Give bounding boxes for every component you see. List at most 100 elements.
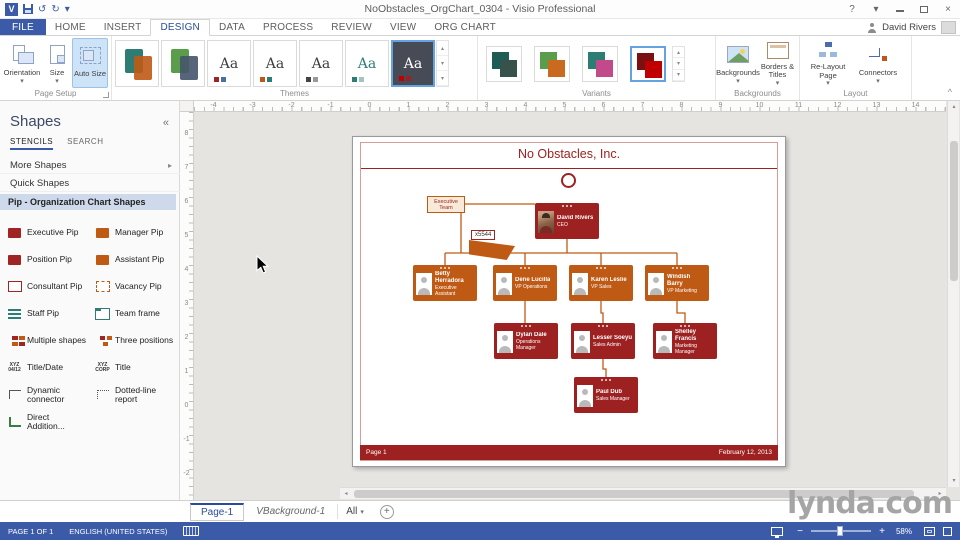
variant-thumbnail[interactable] xyxy=(534,46,570,82)
gallery-more-icon[interactable]: ▾ xyxy=(437,71,448,86)
ribbon-options-button[interactable]: ▾ xyxy=(864,0,888,19)
stencil-shape[interactable]: Staff Pip xyxy=(1,300,89,327)
stencil-shape[interactable]: Dotted-line report xyxy=(89,381,177,408)
org-node-marketing-manager[interactable]: Shelley Francis Marketing Manager xyxy=(653,323,717,359)
vertical-scrollbar[interactable]: ▴ ▾ xyxy=(947,101,959,487)
tab-search[interactable]: SEARCH xyxy=(67,137,103,150)
qat-customize-icon[interactable]: ▾ xyxy=(65,3,70,16)
org-node-vp-marketing[interactable]: Windish Barry VP Marketing xyxy=(645,265,709,301)
backgrounds-button[interactable]: Backgrounds ▾ xyxy=(716,38,760,88)
minimize-button[interactable] xyxy=(888,0,912,19)
stencil-shape[interactable]: Vacancy Pip xyxy=(89,273,177,300)
ribbon-tab[interactable]: HOME xyxy=(46,19,95,35)
auto-size-button[interactable]: Auto Size xyxy=(72,38,108,88)
ribbon-tab[interactable]: DESIGN xyxy=(150,19,210,36)
more-shapes-row[interactable]: More Shapes ▸ xyxy=(0,157,180,174)
extension-note[interactable]: x5544 xyxy=(471,230,496,240)
zoom-slider-thumb[interactable] xyxy=(837,526,843,536)
theme-thumbnail[interactable] xyxy=(115,40,159,87)
fit-page-icon[interactable] xyxy=(924,526,935,536)
theme-thumbnail[interactable] xyxy=(161,40,205,87)
orientation-button[interactable]: Orientation ▾ xyxy=(2,38,42,88)
stencil-shape[interactable]: Assistant Pip xyxy=(89,246,177,273)
drawing-canvas[interactable]: -4 -3 -2 -1 0 1 2 3 4 5 6 7 8 9 10 11 12… xyxy=(180,101,960,500)
stencil-shape[interactable]: Direct Addition... xyxy=(1,408,89,435)
variant-thumbnail-selected[interactable] xyxy=(630,46,666,82)
presentation-mode-icon[interactable] xyxy=(771,526,783,538)
add-page-button[interactable]: + xyxy=(379,504,394,519)
page-tab-vbackground1[interactable]: VBackground-1 xyxy=(246,504,335,519)
theme-thumbnail[interactable]: Aa xyxy=(253,40,297,87)
org-node-operations-manager[interactable]: Dylan Dale Operations Manager xyxy=(494,323,558,359)
ribbon-tab[interactable]: FILE xyxy=(0,19,46,35)
zoom-slider[interactable] xyxy=(811,526,871,536)
stencil-shape[interactable]: Executive Pip xyxy=(1,219,89,246)
org-node-ceo[interactable]: David Rivers CEO xyxy=(535,203,599,239)
drawing-page[interactable]: No Obstacles, Inc. Executive Team x5544 … xyxy=(352,136,786,467)
theme-thumbnail[interactable]: Aa xyxy=(207,40,251,87)
stencil-shape[interactable]: XYZ 04/12 Title/Date xyxy=(1,354,89,381)
stencil-shape[interactable]: Manager Pip xyxy=(89,219,177,246)
gallery-more-icon[interactable]: ▾ xyxy=(673,70,684,81)
page-tab-page1[interactable]: Page-1 xyxy=(190,502,245,521)
stencil-shape[interactable]: Three positions xyxy=(89,327,177,354)
scroll-up-icon[interactable]: ▴ xyxy=(948,101,960,113)
zoom-out-button[interactable]: − xyxy=(793,526,807,537)
save-icon[interactable] xyxy=(23,4,33,14)
variant-thumbnail[interactable] xyxy=(582,46,618,82)
language-indicator[interactable]: ENGLISH (UNITED STATES) xyxy=(61,522,175,540)
theme-thumbnail-selected[interactable]: Aa xyxy=(391,40,435,87)
tab-stencils[interactable]: STENCILS xyxy=(10,137,54,150)
borders-titles-button[interactable]: Borders & Titles ▾ xyxy=(758,38,797,88)
org-node-vp-operations[interactable]: Dene Lucilla VP Operations xyxy=(493,265,557,301)
help-button[interactable]: ? xyxy=(840,0,864,19)
active-stencil-title[interactable]: Pip - Organization Chart Shapes xyxy=(0,194,176,210)
org-node-sales-manager[interactable]: Paul Dub Sales Manager xyxy=(574,377,638,413)
zoom-level[interactable]: 58% xyxy=(889,527,919,536)
visio-app-icon[interactable]: V xyxy=(5,2,18,16)
gallery-down-icon[interactable]: ▾ xyxy=(437,56,448,71)
org-node-sales-admin[interactable]: Lesser Soeyu Sales Admin xyxy=(571,323,635,359)
collapse-panel-icon[interactable]: « xyxy=(163,117,169,129)
avatar[interactable] xyxy=(941,21,956,34)
vscroll-thumb[interactable] xyxy=(950,141,958,281)
org-node-executive-assistant[interactable]: Betty Herradora Executive Assistant xyxy=(413,265,477,301)
account-area[interactable]: David Rivers xyxy=(867,19,956,36)
redo-icon[interactable]: ↻ xyxy=(51,3,59,16)
stencil-shape[interactable]: Dynamic connector xyxy=(1,381,89,408)
ribbon-tab[interactable]: INSERT xyxy=(95,19,151,35)
size-button[interactable]: Size ▾ xyxy=(42,38,72,88)
all-pages-dropdown[interactable]: All ▾ xyxy=(337,504,372,519)
ribbon-tab[interactable]: PROCESS xyxy=(254,19,322,35)
relayout-page-button[interactable]: Re-Layout Page ▾ xyxy=(802,38,854,88)
team-frame-label[interactable]: Executive Team xyxy=(427,196,465,213)
undo-icon[interactable]: ↺ xyxy=(38,3,46,16)
keyboard-indicator[interactable] xyxy=(175,522,207,540)
connectors-button[interactable]: Connectors ▾ xyxy=(854,38,902,88)
collapse-ribbon-icon[interactable]: ^ xyxy=(948,87,952,97)
gallery-up-icon[interactable]: ▴ xyxy=(673,47,684,59)
zoom-in-button[interactable]: + xyxy=(875,526,889,537)
restore-button[interactable] xyxy=(912,0,936,19)
quick-shapes-row[interactable]: Quick Shapes xyxy=(0,175,180,192)
page-indicator[interactable]: PAGE 1 OF 1 xyxy=(0,522,61,540)
stencil-shape[interactable]: Multiple shapes xyxy=(1,327,89,354)
stencil-shape[interactable]: Consultant Pip xyxy=(1,273,89,300)
gallery-down-icon[interactable]: ▾ xyxy=(673,58,684,70)
fullscreen-icon[interactable] xyxy=(943,526,952,536)
theme-thumbnail[interactable]: Aa xyxy=(299,40,343,87)
gallery-up-icon[interactable]: ▴ xyxy=(437,41,448,56)
ribbon-tab[interactable]: DATA xyxy=(210,19,254,35)
stencil-shape[interactable]: XYZ CORP Title xyxy=(89,354,177,381)
dialog-launcher-icon[interactable] xyxy=(103,92,109,98)
close-button[interactable]: × xyxy=(936,0,960,19)
scroll-left-icon[interactable]: ◂ xyxy=(340,488,352,500)
stencil-shape[interactable]: Team frame xyxy=(89,300,177,327)
stencil-shape[interactable]: Position Pip xyxy=(1,246,89,273)
theme-thumbnail[interactable]: Aa xyxy=(345,40,389,87)
variant-thumbnail[interactable] xyxy=(486,46,522,82)
ribbon-tab[interactable]: REVIEW xyxy=(322,19,381,35)
ribbon-tab[interactable]: ORG CHART xyxy=(425,19,505,35)
ribbon-tab[interactable]: VIEW xyxy=(381,19,425,35)
org-node-vp-sales[interactable]: Karen Leslie VP Sales xyxy=(569,265,633,301)
